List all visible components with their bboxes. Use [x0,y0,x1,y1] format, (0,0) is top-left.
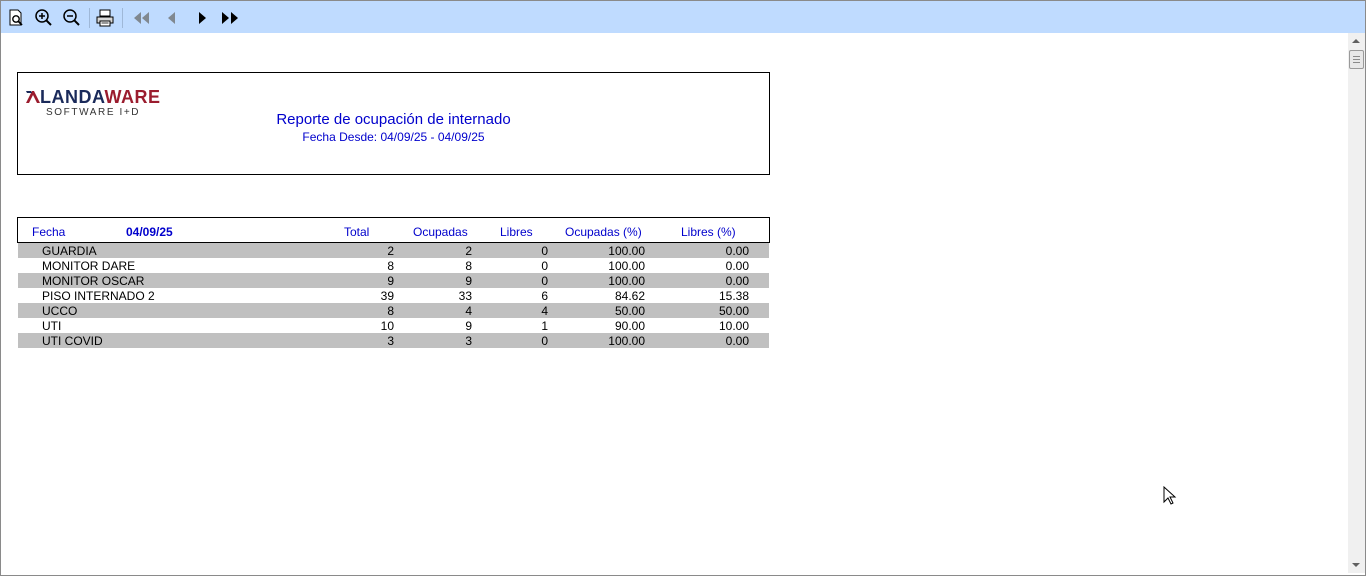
header-libres: Libres [500,225,533,239]
first-page-icon[interactable] [131,7,153,29]
cell-total: 8 [387,304,394,318]
table-row: PISO INTERNADO 2 39 33 6 84.62 15.38 [18,288,769,303]
toolbar-separator [89,8,90,28]
scroll-thumb[interactable] [1349,50,1364,69]
table-row: UTI 10 9 1 90.00 10.00 [18,318,769,333]
last-page-icon[interactable] [220,7,242,29]
table-row: MONITOR DARE 8 8 0 100.00 0.00 [18,258,769,273]
cell-libres: 0 [541,259,548,273]
zoom-out-icon[interactable] [61,7,83,29]
cell-libres: 6 [541,289,548,303]
table-row: UCCO 8 4 4 50.00 50.00 [18,303,769,318]
table-row: MONITOR OSCAR 9 9 0 100.00 0.00 [18,273,769,288]
cell-ocupadas: 9 [465,319,472,333]
cell-libres: 1 [541,319,548,333]
header-date-value: 04/09/25 [126,225,173,239]
cell-libres: 4 [541,304,548,318]
cell-ocupadas-pct: 50.00 [614,304,645,318]
cell-libres-pct: 50.00 [718,304,749,318]
print-icon[interactable] [94,7,116,29]
table-row: UTI COVID 3 3 0 100.00 0.00 [18,333,769,348]
table-row: GUARDIA 2 2 0 100.00 0.00 [18,243,769,258]
cell-name: UTI COVID [42,334,103,348]
cell-name: UTI [42,319,62,333]
cell-libres-pct: 15.38 [718,289,749,303]
cell-total: 10 [380,319,394,333]
zoom-in-icon[interactable] [33,7,55,29]
cell-total: 39 [380,289,394,303]
header-ocupadas-pct: Ocupadas (%) [565,225,642,239]
report-title: Reporte de ocupación de internado [276,111,511,128]
scroll-down-icon[interactable] [1352,563,1360,567]
vertical-scrollbar[interactable] [1348,33,1365,573]
cell-name: MONITOR OSCAR [42,274,145,288]
toolbar [1,1,1365,33]
cell-libres-pct: 10.00 [718,319,749,333]
header-total: Total [344,225,370,239]
cell-ocupadas: 4 [465,304,472,318]
cell-ocupadas-pct: 84.62 [614,289,645,303]
cell-ocupadas: 3 [465,334,472,348]
cell-libres-pct: 0.00 [725,259,749,273]
cell-ocupadas-pct: 100.00 [608,244,645,258]
header-libres-pct: Libres (%) [681,225,736,239]
logo-mark-icon [26,91,40,103]
cell-ocupadas-pct: 90.00 [614,319,645,333]
cell-libres: 0 [541,274,548,288]
preview-icon[interactable] [5,7,27,29]
cell-ocupadas-pct: 100.00 [608,274,645,288]
header-ocupadas: Ocupadas [413,225,468,239]
previous-page-icon[interactable] [161,7,183,29]
cell-name: UCCO [42,304,78,318]
cell-libres-pct: 0.00 [725,274,749,288]
report-date-range: Fecha Desde: 04/09/25 - 04/09/25 [302,130,485,144]
cell-name: MONITOR DARE [42,259,136,273]
cell-total: 3 [387,334,394,348]
cell-libres: 0 [541,244,548,258]
next-page-icon[interactable] [191,7,213,29]
cell-total: 8 [387,259,394,273]
cell-total: 9 [387,274,394,288]
cell-ocupadas-pct: 100.00 [608,259,645,273]
mouse-cursor-icon [1163,486,1177,505]
cell-name: GUARDIA [42,244,97,258]
logo-wordmark: LANDAWARE [40,87,161,107]
cell-name: PISO INTERNADO 2 [42,289,155,303]
cell-ocupadas-pct: 100.00 [608,334,645,348]
cell-ocupadas: 2 [465,244,472,258]
table-header: Fecha 04/09/25 Total Ocupadas Libres Ocu… [17,217,770,243]
scroll-up-icon[interactable] [1352,39,1360,43]
cell-libres-pct: 0.00 [725,334,749,348]
header-fecha: Fecha [32,225,66,239]
table-body: GUARDIA 2 2 0 100.00 0.00 MONITOR DARE 8 8 0 100.0… [18,243,769,348]
toolbar-separator [122,8,123,28]
cell-total: 2 [387,244,394,258]
cell-libres-pct: 0.00 [725,244,749,258]
cell-ocupadas: 33 [458,289,472,303]
cell-ocupadas: 9 [465,274,472,288]
cell-libres: 0 [541,334,548,348]
cell-ocupadas: 8 [465,259,472,273]
report-header: LANDAWARE SOFTWARE I+D Reporte de ocupac… [17,72,770,175]
